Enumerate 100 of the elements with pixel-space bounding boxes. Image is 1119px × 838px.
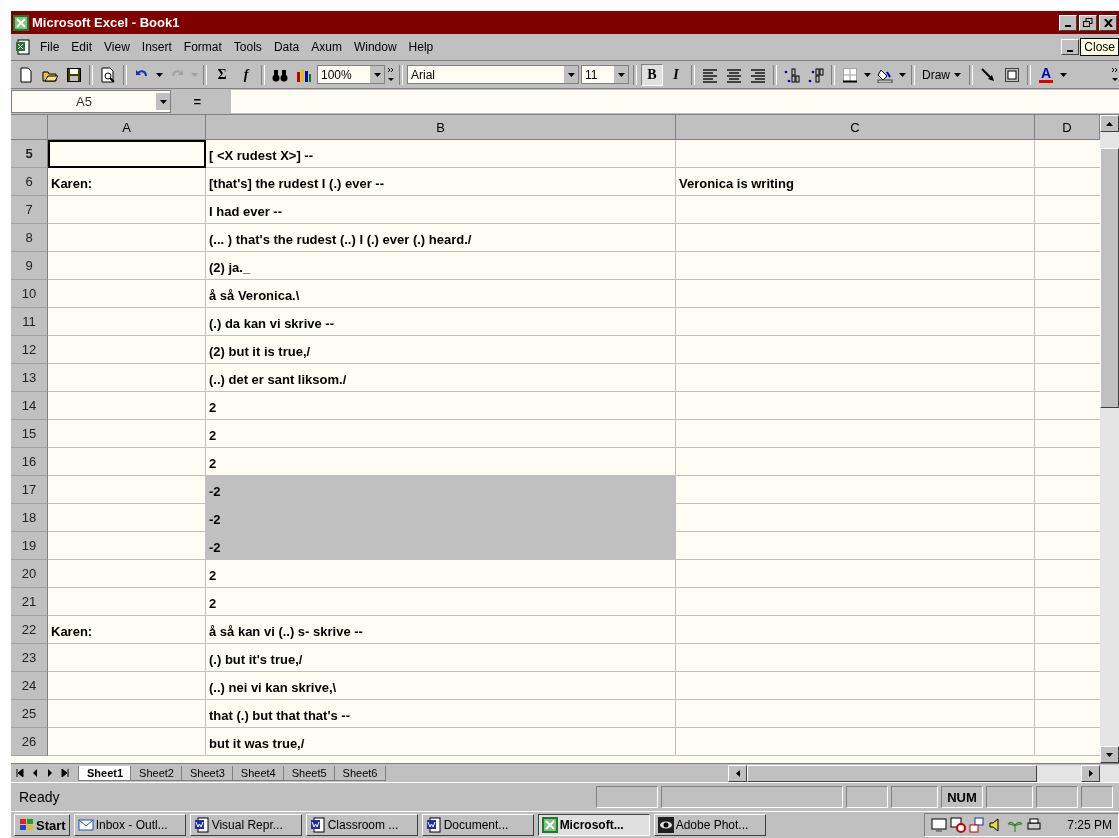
taskbar-button[interactable]: Inbox - Outl... [73, 814, 186, 836]
row-header[interactable]: 11 [11, 308, 48, 336]
table-cell[interactable]: 2 [206, 420, 676, 448]
sheet-tab[interactable]: Sheet5 [282, 765, 336, 781]
column-header[interactable]: D [1035, 115, 1100, 140]
table-cell[interactable]: (2) but it is true,/ [206, 336, 676, 364]
caret-icon[interactable] [1059, 71, 1068, 78]
bold-button[interactable]: B [641, 63, 663, 86]
scroll-up-button[interactable] [1100, 115, 1119, 132]
scroll-right-button[interactable] [1081, 764, 1100, 782]
table-cell[interactable]: Karen: [48, 616, 206, 644]
align-left-icon[interactable] [702, 66, 718, 83]
table-cell[interactable]: that (.) but that that's -- [206, 700, 676, 728]
row-header[interactable]: 19 [11, 532, 48, 560]
more-icon[interactable] [1111, 66, 1119, 83]
row-header[interactable]: 22 [11, 616, 48, 644]
zoom-dropdown[interactable]: 100% [317, 65, 385, 84]
row-header[interactable]: 21 [11, 588, 48, 616]
restore-button[interactable] [1079, 14, 1097, 31]
sheet-tab[interactable]: Sheet4 [231, 765, 285, 781]
row-header[interactable]: 9 [11, 252, 48, 280]
menu-item[interactable]: Data [268, 38, 305, 56]
row-header[interactable]: 10 [11, 280, 48, 308]
last-sheet-button[interactable] [58, 766, 72, 780]
taskbar-button[interactable]: Microsoft... [537, 814, 650, 836]
caret-icon[interactable] [898, 71, 907, 78]
row-header[interactable]: 16 [11, 448, 48, 476]
scroll-down-button[interactable] [1100, 746, 1119, 763]
scroll-thumb[interactable] [1100, 148, 1119, 408]
formula-field[interactable] [231, 90, 1119, 113]
row-header[interactable]: 26 [11, 728, 48, 756]
table-cell[interactable]: (..) nei vi kan skrive,\ [206, 672, 676, 700]
name-box[interactable]: A5 [11, 90, 171, 113]
row-header[interactable]: 15 [11, 420, 48, 448]
increase-decimal-icon[interactable] [784, 66, 800, 83]
row-header[interactable]: 23 [11, 644, 48, 672]
decrease-decimal-icon[interactable] [808, 66, 824, 83]
row-header[interactable]: 24 [11, 672, 48, 700]
print-preview-icon[interactable] [100, 66, 116, 83]
table-cell[interactable]: (.) but it's true,/ [206, 644, 676, 672]
row-header[interactable]: 25 [11, 700, 48, 728]
text-box-icon[interactable] [1004, 66, 1020, 83]
table-cell[interactable]: Karen: [48, 168, 206, 196]
row-header[interactable]: 12 [11, 336, 48, 364]
row-header[interactable]: 14 [11, 392, 48, 420]
new-document-icon[interactable] [18, 66, 34, 83]
table-cell[interactable]: -2 [206, 476, 676, 504]
table-cell[interactable]: [ <X rudest X>] -- [206, 140, 676, 168]
menu-item[interactable]: Help [403, 38, 439, 56]
taskbar-button[interactable]: Visual Repr... [189, 814, 302, 836]
menu-item[interactable]: Format [178, 38, 227, 56]
row-header[interactable]: 7 [11, 196, 48, 224]
scroll-left-button[interactable] [728, 764, 747, 782]
table-cell[interactable]: (2) ja._ [206, 252, 676, 280]
font-dropdown[interactable]: Arial [407, 65, 579, 84]
table-cell[interactable]: 2 [206, 560, 676, 588]
start-button[interactable]: Start [14, 814, 70, 836]
table-cell[interactable]: 2 [206, 392, 676, 420]
table-cell[interactable]: (.) da kan vi skrive -- [206, 308, 676, 336]
table-cell[interactable]: å så Veronica.\ [206, 280, 676, 308]
menu-item[interactable]: View [99, 38, 135, 56]
table-cell[interactable]: but it was true,/ [206, 728, 676, 756]
sheet-tab[interactable]: Sheet1 [78, 765, 133, 781]
row-header[interactable]: 18 [11, 504, 48, 532]
menu-item[interactable]: Tools [228, 38, 267, 56]
select-all-button[interactable] [11, 115, 48, 140]
minimize-button[interactable] [1059, 14, 1077, 31]
taskbar-button[interactable]: Classroom ... [305, 814, 418, 836]
row-header[interactable]: 5 [11, 140, 48, 168]
font-size-dropdown[interactable]: 11 [581, 65, 629, 84]
row-header[interactable]: 8 [11, 224, 48, 252]
close-button[interactable] [1099, 14, 1117, 31]
caret-icon[interactable] [155, 71, 164, 78]
column-header[interactable]: C [676, 115, 1035, 140]
more-icon[interactable] [387, 66, 395, 83]
menu-item[interactable]: Window [348, 38, 402, 56]
minimize-button[interactable] [1061, 39, 1079, 55]
menu-item[interactable]: Insert [136, 38, 177, 56]
row-header[interactable]: 6 [11, 168, 48, 196]
menu-item[interactable]: Axum [306, 38, 347, 56]
table-cell[interactable]: Veronica is writing [676, 168, 1035, 196]
table-cell[interactable]: -2 [206, 532, 676, 560]
column-header[interactable]: A [48, 115, 206, 140]
table-cell[interactable]: å så kan vi (..) s- skrive -- [206, 616, 676, 644]
table-cell[interactable]: -2 [206, 504, 676, 532]
bar-chart-icon[interactable] [296, 66, 312, 83]
row-header[interactable]: 13 [11, 364, 48, 392]
first-sheet-button[interactable] [13, 766, 27, 780]
save-icon[interactable] [66, 66, 82, 83]
sheet-tab[interactable]: Sheet2 [130, 765, 183, 781]
arrow-icon[interactable] [980, 66, 996, 83]
table-cell[interactable]: (..) det er sant liksom./ [206, 364, 676, 392]
row-header[interactable]: 17 [11, 476, 48, 504]
taskbar-button[interactable]: Adobe Phot... [653, 814, 766, 836]
table-cell[interactable]: [that's] the rudest I (.) ever -- [206, 168, 676, 196]
table-cell[interactable]: I had ever -- [206, 196, 676, 224]
borders-icon[interactable] [842, 66, 858, 83]
table-cell[interactable]: (... ) that's the rudest (..) I (.) ever (.) heard./ [206, 224, 676, 252]
table-cell[interactable] [48, 140, 206, 168]
menu-item[interactable]: File [35, 38, 65, 56]
